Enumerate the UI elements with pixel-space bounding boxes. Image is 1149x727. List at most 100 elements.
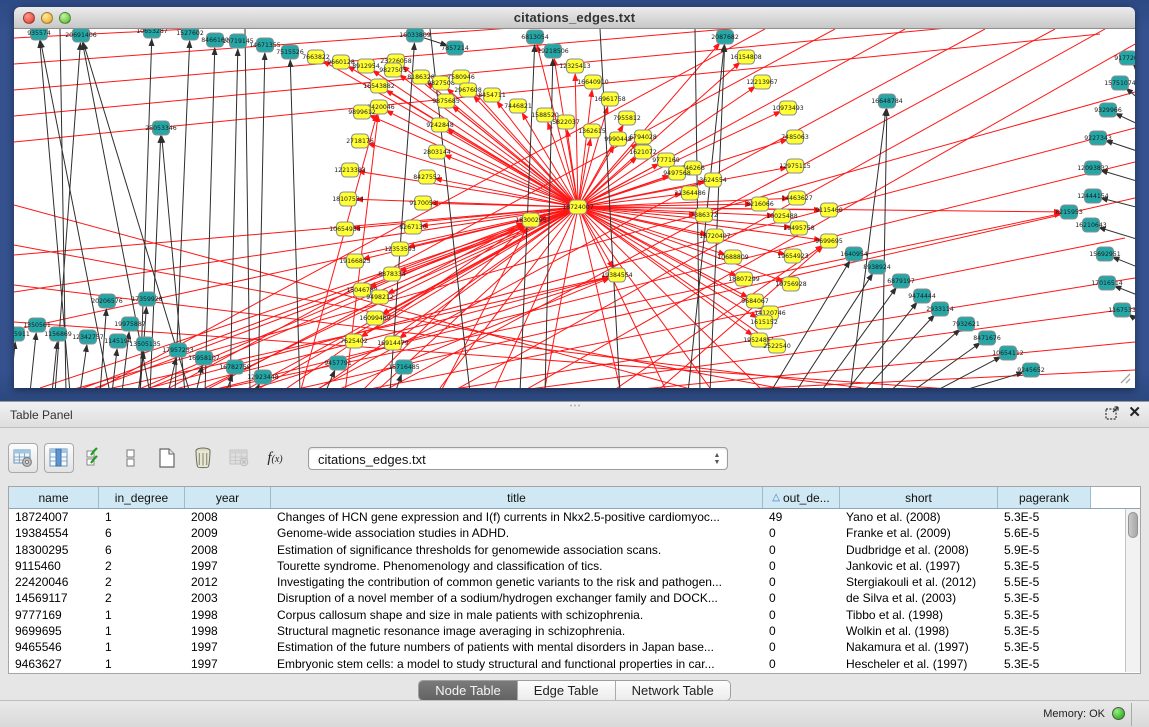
graph-node[interactable]: 9990448 (604, 132, 632, 146)
graph-node[interactable]: 10688809 (717, 250, 749, 264)
table-cell[interactable]: Tibbo et al. (1998) (840, 607, 998, 623)
table-cell[interactable]: 1 (99, 639, 185, 655)
column-header-title[interactable]: title (271, 487, 763, 508)
table-cell[interactable]: Embryonic stem cells: a model to study s… (271, 656, 763, 672)
table-cell[interactable]: 5.3E-5 (998, 656, 1091, 672)
graph-node[interactable]: 3624554 (699, 173, 727, 187)
table-cell[interactable]: 1997 (185, 639, 271, 655)
table-cell[interactable]: 6 (99, 542, 185, 558)
graph-node[interactable]: 9474444 (908, 289, 936, 303)
table-cell[interactable]: Estimation of the future numbers of pati… (271, 639, 763, 655)
table-cell[interactable]: Estimation of significance thresholds fo… (271, 542, 763, 558)
graph-node[interactable]: 7663822 (302, 50, 330, 64)
table-cell[interactable]: 0 (763, 542, 840, 558)
graph-node[interactable]: 7446821 (504, 99, 532, 113)
column-header-pagerank[interactable]: pagerank (998, 487, 1091, 508)
graph-node[interactable]: 18107534 (332, 192, 364, 206)
graph-node[interactable]: 12213383 (334, 163, 366, 177)
table-cell[interactable]: Franke et al. (2009) (840, 525, 998, 541)
table-cell[interactable]: de Silva et al. (2003) (840, 590, 998, 606)
graph-node[interactable]: 12342757 (72, 330, 104, 344)
table-cell[interactable]: 0 (763, 656, 840, 672)
graph-node[interactable]: 8471676 (973, 331, 1001, 345)
table-row[interactable]: 969969511998Structural magnetic resonanc… (9, 623, 1140, 639)
graph-node[interactable]: 10653287 (136, 29, 168, 38)
table-cell[interactable]: 0 (763, 574, 840, 590)
show-columns-icon[interactable] (44, 443, 74, 473)
graph-node[interactable]: 14463627 (781, 191, 813, 205)
graph-node[interactable]: 9177264 (1114, 51, 1135, 65)
graph-node[interactable]: 9242848 (426, 118, 454, 132)
table-cell[interactable]: 9115460 (9, 558, 99, 574)
table-cell[interactable]: 0 (763, 607, 840, 623)
table-cell[interactable]: 2009 (185, 525, 271, 541)
table-cell[interactable]: 1 (99, 623, 185, 639)
graph-node[interactable]: 12353593 (384, 242, 416, 256)
table-cell[interactable]: 9699695 (9, 623, 99, 639)
graph-node[interactable]: 25053346 (145, 121, 177, 135)
graph-node[interactable]: 8215953 (1055, 205, 1083, 219)
graph-node[interactable]: 19654923 (777, 249, 809, 263)
table-cell[interactable]: 5.3E-5 (998, 590, 1091, 606)
clear-selection-icon[interactable] (116, 443, 146, 473)
table-cell[interactable]: 14569117 (9, 590, 99, 606)
column-header-in-degree[interactable]: in_degree (99, 487, 185, 508)
graph-node[interactable]: 1156869 (44, 327, 72, 341)
table-row[interactable]: 1456911722003Disruption of a novel membe… (9, 590, 1140, 606)
table-cell[interactable]: Genome-wide association studies in ADHD. (271, 525, 763, 541)
table-cell[interactable]: Changes of HCN gene expression and I(f) … (271, 509, 763, 525)
graph-node[interactable]: 10654112 (992, 346, 1024, 360)
graph-node[interactable]: 12093832 (1077, 161, 1109, 175)
table-cell[interactable]: 2008 (185, 509, 271, 525)
graph-node[interactable]: 8938924 (863, 260, 891, 274)
table-cell[interactable]: 0 (763, 525, 840, 541)
table-cell[interactable]: 18724007 (9, 509, 99, 525)
table-cell[interactable]: 9465546 (9, 639, 99, 655)
graph-node[interactable]: 2933114 (926, 302, 954, 316)
graph-node[interactable]: 17016514 (1091, 276, 1123, 290)
table-cell[interactable]: 0 (763, 639, 840, 655)
graph-node[interactable]: 16033809 (399, 29, 431, 42)
table-cell[interactable]: Dudbridge et al. (2008) (840, 542, 998, 558)
float-panel-icon[interactable] (1105, 406, 1119, 420)
scrollbar-thumb[interactable] (1128, 512, 1138, 538)
table-row[interactable]: 1830029562008Estimation of significance … (9, 542, 1140, 558)
table-cell[interactable]: 5.6E-5 (998, 525, 1091, 541)
table-cell[interactable]: 5.3E-5 (998, 639, 1091, 655)
column-header-out-de-[interactable]: △out_de... (763, 487, 840, 508)
network-canvas[interactable]: 9355742069140610653287152760284661601071… (14, 29, 1135, 388)
table-cell[interactable]: 0 (763, 590, 840, 606)
graph-node[interactable]: 12975115 (779, 159, 811, 173)
table-cell[interactable]: Structural magnetic resonance image aver… (271, 623, 763, 639)
graph-node[interactable]: 9699695 (815, 234, 843, 248)
table-cell[interactable]: Nakamura et al. (1997) (840, 639, 998, 655)
table-cell[interactable]: 5.3E-5 (998, 509, 1091, 525)
table-cell[interactable]: Investigating the contribution of common… (271, 574, 763, 590)
table-row[interactable]: 977716911998Corpus callosum shape and si… (9, 607, 1140, 623)
graph-node[interactable]: 10654938 (329, 222, 361, 236)
graph-node[interactable]: 8427552 (413, 170, 441, 184)
table-cell[interactable]: 0 (763, 623, 840, 639)
graph-node[interactable]: 9115460 (815, 203, 843, 217)
delete-column-icon[interactable] (188, 443, 218, 473)
table-cell[interactable]: 1998 (185, 607, 271, 623)
graph-node[interactable]: 20206576 (91, 294, 123, 308)
table-cell[interactable]: 19384554 (9, 525, 99, 541)
table-cell[interactable]: 49 (763, 509, 840, 525)
table-row[interactable]: 946554611997Estimation of the future num… (9, 639, 1140, 655)
graph-node[interactable]: 935574 (27, 29, 51, 40)
table-cell[interactable]: 6 (99, 525, 185, 541)
graph-node[interactable]: 6813054 (521, 30, 549, 44)
graph-node[interactable]: 6879197 (887, 274, 915, 288)
graph-node[interactable]: 9660128 (327, 55, 355, 69)
table-cell[interactable]: 5.3E-5 (998, 558, 1091, 574)
tab-network-table[interactable]: Network Table (616, 681, 730, 700)
memory-ok-led-icon[interactable] (1112, 707, 1125, 720)
graph-node[interactable]: 7485063 (781, 130, 809, 144)
graph-node[interactable]: 16210643 (1075, 218, 1107, 232)
graph-node[interactable]: 8454711 (478, 88, 506, 102)
table-cell[interactable]: Stergiakouli et al. (2012) (840, 574, 998, 590)
select-all-icon[interactable] (80, 443, 110, 473)
graph-node[interactable]: 12444154 (1077, 189, 1109, 203)
graph-node[interactable]: 6794028 (629, 130, 657, 144)
